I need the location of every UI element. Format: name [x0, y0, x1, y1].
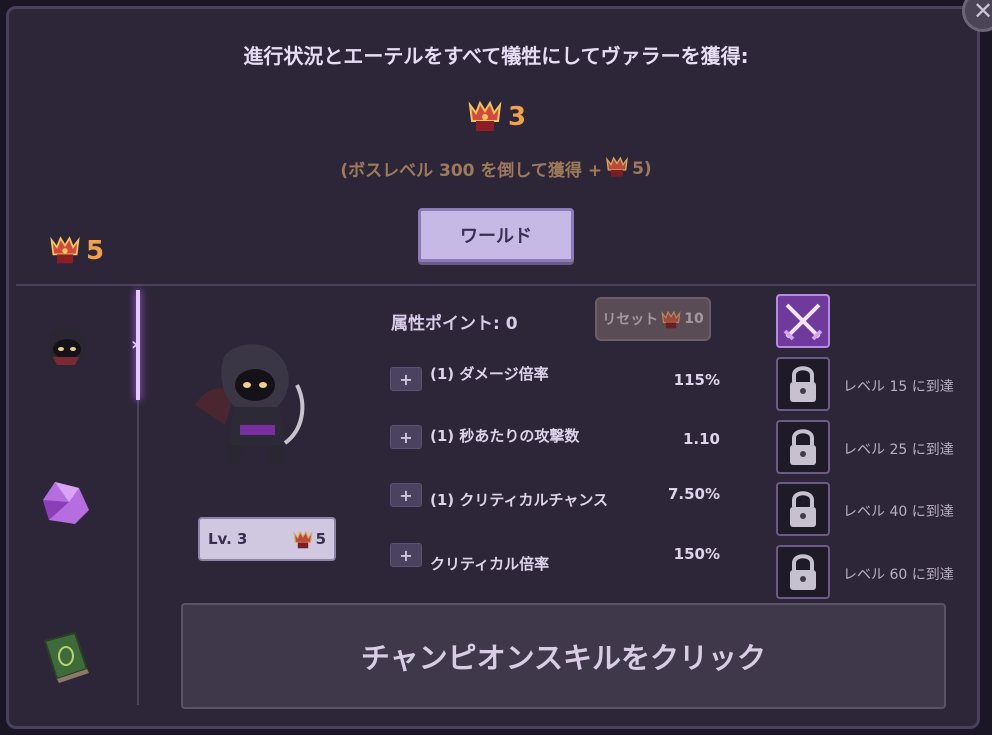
valor-crest-icon	[48, 232, 82, 270]
skill-requirement: レベル 25 に到達	[843, 442, 954, 458]
stat-name: (1) ダメージ倍率	[430, 365, 549, 383]
skill-requirement: レベル 40 に到達	[843, 504, 954, 520]
header-title: 進行状況とエーテルをすべて犠牲にしてヴァラーを獲得:	[243, 44, 749, 68]
valor-crest-icon	[604, 154, 630, 183]
plus-button[interactable]: +	[390, 483, 422, 507]
current-valor-amount: 5	[86, 236, 105, 266]
sidebar-item-champion[interactable]	[38, 318, 94, 374]
lock-icon	[790, 491, 816, 527]
chevron-right-icon: ›	[131, 334, 139, 355]
skill-slot-1[interactable]	[776, 294, 830, 348]
skill-requirement: レベル 60 に到達	[843, 567, 954, 583]
boss-note-prefix: (ボスレベル 300 を倒して獲得 +	[340, 161, 603, 181]
skill-slot-2[interactable]	[776, 357, 830, 411]
level-cost-amount: 5	[315, 530, 326, 548]
reset-button[interactable]: リセット 10	[595, 297, 711, 341]
stat-row: + (1) 秒あたりの攻撃数 1.10	[390, 425, 720, 455]
stat-name: (1) 秒あたりの攻撃数	[430, 427, 580, 445]
stat-row: + (1) クリティカルチャンス 7.50%	[390, 483, 720, 513]
lock-icon	[790, 366, 816, 402]
boss-note: (ボスレベル 300 を倒して獲得 + 5)	[0, 154, 992, 183]
attribute-points-label: 属性ポイント: 0	[391, 314, 518, 334]
current-valor: 5	[48, 232, 104, 270]
hooded-ninja-icon	[47, 326, 86, 368]
plus-button[interactable]: +	[390, 425, 422, 449]
skill-slot-3[interactable]	[776, 420, 830, 474]
spellbook-icon	[43, 631, 89, 683]
valor-crest-icon	[466, 97, 504, 137]
plus-button[interactable]: +	[390, 367, 422, 391]
lock-icon	[790, 554, 816, 590]
world-button[interactable]: ワールド	[418, 208, 574, 262]
reset-cost: 10	[684, 311, 704, 327]
level-cost: 5	[292, 528, 326, 550]
stat-row: + クリティカル倍率 150%	[390, 543, 720, 573]
skill-slot-4[interactable]	[776, 482, 830, 536]
stat-row: + (1) ダメージ倍率 115%	[390, 363, 720, 393]
divider	[16, 284, 976, 286]
stat-value: 115%	[673, 371, 720, 389]
plus-button[interactable]: +	[390, 543, 422, 567]
champion-skill-click-button[interactable]: チャンピオンスキルをクリック	[181, 603, 946, 709]
crossed-swords-icon	[783, 303, 823, 341]
sidebar-item-gems[interactable]	[38, 475, 94, 531]
stat-value: 7.50%	[667, 485, 720, 503]
lock-icon	[790, 429, 816, 465]
ninja-champion-icon	[195, 344, 305, 465]
reset-label: リセット	[602, 312, 659, 328]
valor-crest-icon	[293, 530, 313, 549]
skill-requirement: レベル 15 に到達	[843, 379, 954, 395]
champion-level-button[interactable]: Lv. 3 5	[198, 517, 336, 561]
valor-gain-amount: 3	[507, 102, 527, 132]
skill-slot-5[interactable]	[776, 545, 830, 599]
valor-crest-icon	[661, 310, 681, 329]
boss-note-amount: 5)	[632, 158, 652, 179]
champion-level-label: Lv. 3	[208, 530, 248, 548]
purple-gem-icon	[43, 482, 89, 524]
stat-name: (1) クリティカルチャンス	[430, 491, 609, 509]
stat-value: 1.10	[682, 430, 720, 448]
champion-portrait	[185, 335, 330, 475]
valor-gain-row: 3	[0, 97, 992, 137]
stat-value: 150%	[673, 545, 720, 563]
stat-name: クリティカル倍率	[430, 555, 550, 573]
sidebar-item-skills[interactable]	[38, 628, 94, 684]
